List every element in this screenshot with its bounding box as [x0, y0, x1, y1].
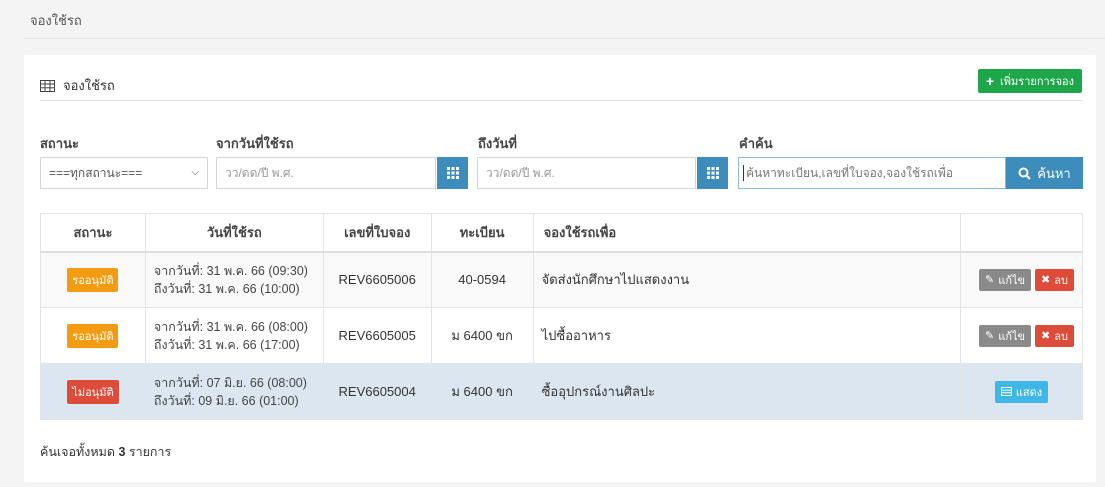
table-header-row: สถานะ วันที่ใช้รถ เลขที่ใบจอง ทะเบียน จอ… [40, 213, 1084, 253]
result-prefix: ค้นเจอทั้งหมด [40, 445, 115, 459]
delete-button[interactable]: ✖ ลบ [1035, 324, 1074, 347]
pencil-icon: ✎ [985, 274, 995, 287]
booking-no-cell: REV6605006 [322, 251, 432, 308]
to-calendar-button[interactable] [697, 157, 728, 189]
date-cell: จากวันที่: 31 พ.ค. 66 (08:00) ถึงวันที่:… [144, 307, 324, 364]
pencil-icon: ✎ [985, 330, 995, 342]
to-date-label: ถึงวันที่ [478, 136, 517, 151]
plate-cell: ม 6400 ขก [430, 363, 534, 420]
actions-cell: ✎ แก้ไข ✖ ลบ [959, 307, 1084, 364]
from-date-input[interactable]: วว/ดด/ปี พ.ศ. [216, 157, 436, 189]
status-badge: รออนุมัติ [67, 267, 119, 292]
purpose-cell: ซื้ออุปกรณ์งานศิลปะ [532, 363, 961, 420]
table-row: รออนุมัติ จากวันที่: 31 พ.ค. 66 (09:30) … [40, 251, 1084, 308]
to-date-input[interactable]: วว/ดด/ปี พ.ศ. [477, 157, 696, 189]
delete-button[interactable]: ✖ ลบ [1035, 268, 1074, 291]
date-cell: จากวันที่: 31 พ.ค. 66 (09:30) ถึงวันที่:… [144, 251, 324, 308]
search-icon [1018, 167, 1031, 180]
close-icon: ✖ [1041, 330, 1051, 342]
result-count-text: ค้นเจอทั้งหมด 3 รายการ [40, 442, 171, 462]
add-booking-button[interactable]: + เพิ่มรายการจอง [977, 69, 1082, 93]
booking-table: สถานะ วันที่ใช้รถ เลขที่ใบจอง ทะเบียน จอ… [40, 213, 1084, 420]
date-to: ถึงวันที่: 31 พ.ค. 66 (10:00) [153, 281, 300, 296]
col-status: สถานะ [40, 213, 146, 253]
search-button[interactable]: ค้นหา [1006, 157, 1083, 189]
keyword-search-input[interactable]: ค้นหาทะเบียน,เลขที่ใบจอง,จองใช้รถเพื่อ [738, 157, 1006, 189]
from-calendar-button[interactable] [437, 157, 468, 189]
table-row: รออนุมัติ จากวันที่: 31 พ.ค. 66 (08:00) … [40, 307, 1084, 364]
card-title: จองใช้รถ [40, 75, 115, 96]
booking-no-cell: REV6605005 [322, 307, 432, 364]
col-date: วันที่ใช้รถ [144, 213, 324, 253]
purpose-cell: จัดส่งนักศึกษาไปแสดงงาน [532, 251, 961, 308]
keyword-placeholder: ค้นหาทะเบียน,เลขที่ใบจอง,จองใช้รถเพื่อ [746, 165, 954, 180]
col-actions [959, 213, 1084, 253]
status-badge: รออนุมัติ [67, 323, 119, 348]
text-caret [743, 165, 744, 181]
edit-button[interactable]: ✎ แก้ไข [979, 268, 1032, 291]
status-select-value: ===ทุกสถานะ=== [49, 165, 143, 180]
status-badge: ไม่อนุมัติ [67, 379, 119, 404]
actions-cell: แสดง [959, 363, 1084, 420]
date-to: ถึงวันที่: 31 พ.ค. 66 (17:00) [153, 337, 300, 352]
date-from: จากวันที่: 31 พ.ค. 66 (08:00) [153, 319, 308, 334]
page-title: จองใช้รถ [30, 13, 82, 28]
status-select[interactable]: ===ทุกสถานะ=== ⌵ [40, 157, 208, 189]
col-booking-no: เลขที่ใบจอง [322, 213, 432, 253]
date-from: จากวันที่: 07 มิ.ย. 66 (08:00) [153, 375, 307, 390]
date-from: จากวันที่: 31 พ.ค. 66 (09:30) [153, 263, 308, 278]
purpose-cell: ไปซื้ออาหาร [532, 307, 961, 364]
plus-icon: + [985, 73, 995, 89]
result-count: 3 [118, 445, 126, 459]
header-divider [24, 38, 1105, 39]
show-label: แสดง [1015, 386, 1043, 399]
calendar-grid-icon [446, 167, 459, 179]
booking-card: จองใช้รถ + เพิ่มรายการจอง สถานะ จากวันที… [24, 55, 1096, 482]
edit-button[interactable]: ✎ แก้ไข [979, 324, 1032, 347]
actions-cell: ✎ แก้ไข ✖ ลบ [959, 251, 1084, 308]
to-date-placeholder: วว/ดด/ปี พ.ศ. [486, 165, 555, 180]
add-booking-label: เพิ่มรายการจอง [1000, 76, 1074, 88]
date-cell: จากวันที่: 07 มิ.ย. 66 (08:00) ถึงวันที่… [144, 363, 324, 420]
edit-label: แก้ไข [998, 330, 1026, 343]
keyword-label: คำค้น [739, 136, 773, 151]
list-icon [1000, 387, 1012, 396]
plate-cell: ม 6400 ขก [430, 307, 534, 364]
from-date-label: จากวันที่ใช้รถ [216, 136, 294, 151]
col-purpose: จองใช้รถเพื่อ [532, 213, 961, 253]
card-header: จองใช้รถ + เพิ่มรายการจอง [40, 69, 1082, 101]
card-title-text: จองใช้รถ [63, 78, 115, 93]
col-plate: ทะเบียน [430, 213, 534, 253]
show-button[interactable]: แสดง [994, 380, 1049, 403]
search-button-label: ค้นหา [1037, 165, 1071, 181]
status-filter-label: สถานะ [40, 136, 79, 151]
delete-label: ลบ [1054, 274, 1068, 287]
calendar-grid-icon [706, 167, 719, 179]
delete-label: ลบ [1054, 330, 1068, 343]
chevron-down-icon: ⌵ [191, 167, 199, 178]
booking-no-cell: REV6605004 [322, 363, 432, 420]
table-row: ไม่อนุมัติ จากวันที่: 07 มิ.ย. 66 (08:00… [40, 363, 1084, 420]
result-suffix: รายการ [128, 445, 172, 459]
plate-cell: 40-0594 [430, 251, 534, 308]
close-icon: ✖ [1041, 274, 1051, 287]
edit-label: แก้ไข [998, 274, 1026, 287]
from-date-placeholder: วว/ดด/ปี พ.ศ. [225, 165, 294, 180]
date-to: ถึงวันที่: 09 มิ.ย. 66 (01:00) [153, 393, 299, 408]
table-icon [40, 79, 55, 92]
